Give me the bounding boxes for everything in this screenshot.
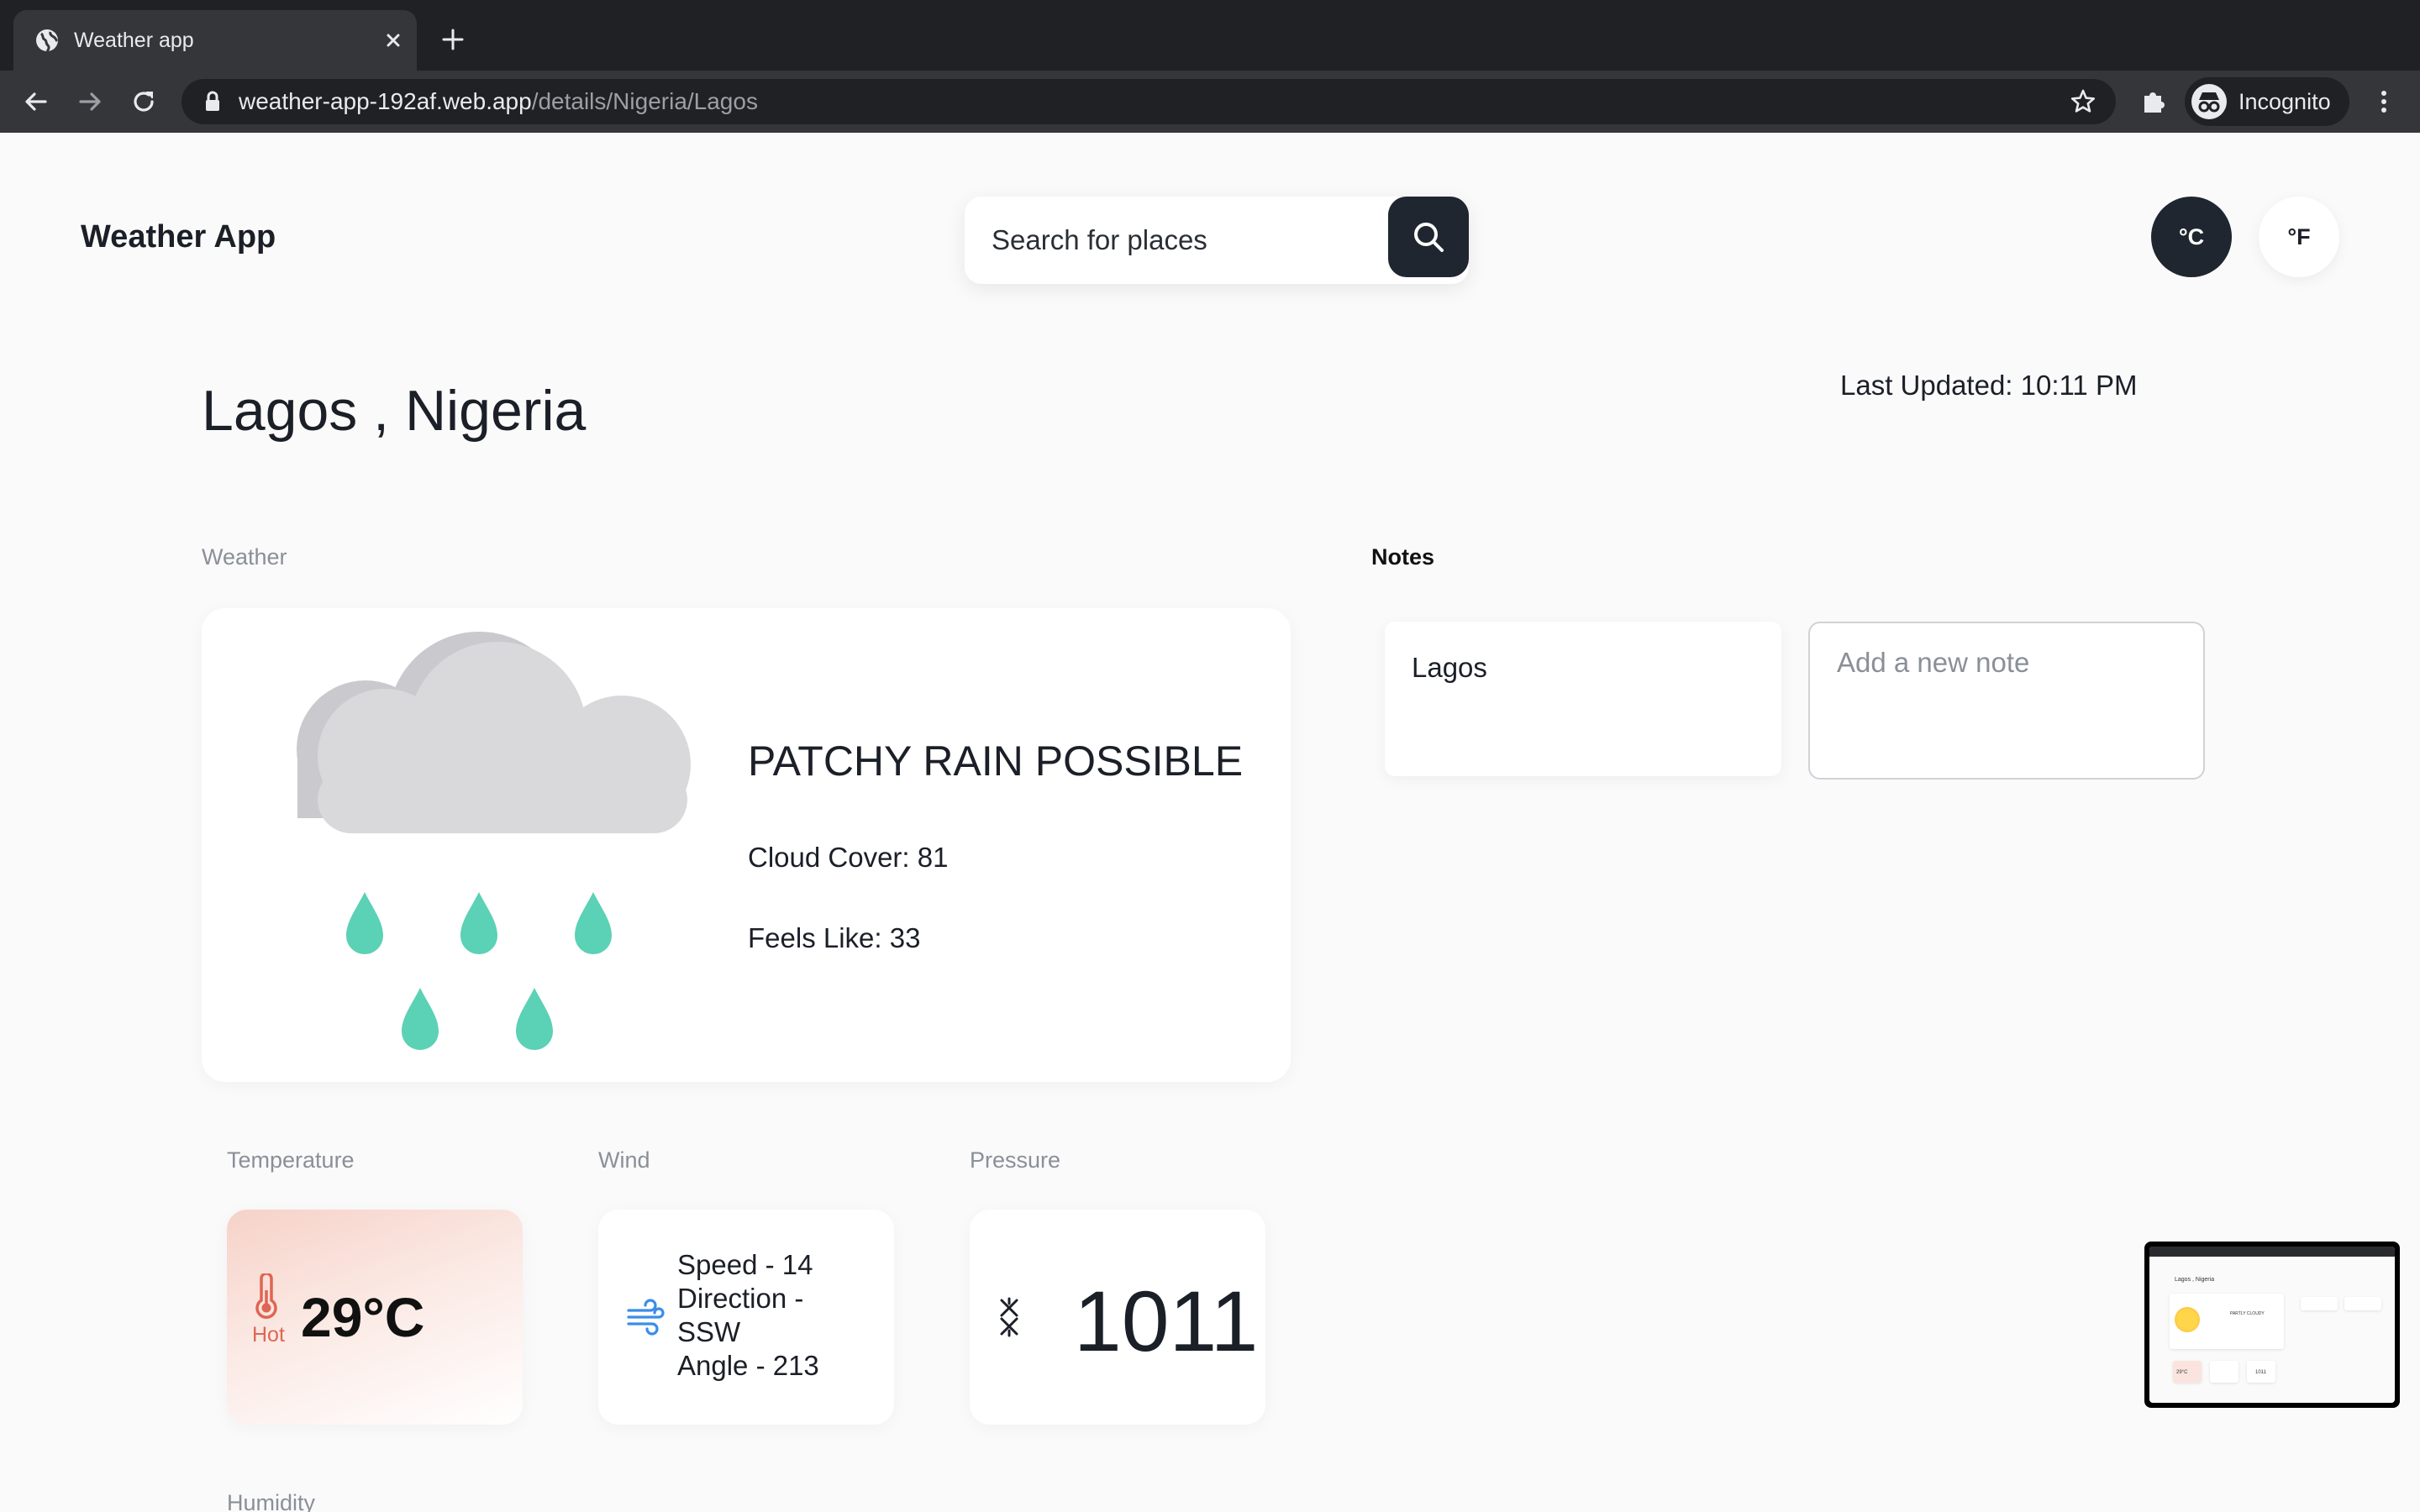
url-host: weather-app-192af.web.app (239, 88, 532, 114)
wind-label: Wind (598, 1147, 650, 1173)
notes-section-label: Notes (1371, 544, 1435, 570)
rain-drops (346, 892, 612, 1050)
thumbnail-wind-card (2210, 1361, 2238, 1383)
temperature-label: Temperature (227, 1147, 355, 1173)
thumbnail-note-input (2344, 1297, 2381, 1310)
reload-icon[interactable] (128, 86, 160, 118)
weather-card: PATCHY RAIN POSSIBLE Cloud Cover: 81 Fee… (202, 608, 1291, 1082)
feels-like: Feels Like: 33 (748, 922, 921, 953)
last-updated: Last Updated: 10:11 PM (1840, 370, 2138, 401)
thumbnail-sun-icon (2175, 1307, 2200, 1332)
wind-direction-label: Direction - (677, 1283, 804, 1314)
extensions-puzzle-icon[interactable] (2138, 86, 2170, 118)
celsius-toggle-button[interactable]: °C (2151, 197, 2232, 277)
pressure-value: 1011 (1074, 1273, 1259, 1369)
bookmark-star-icon[interactable] (2069, 87, 2097, 116)
note-text: Lagos (1412, 652, 1487, 683)
profile-label: Incognito (2238, 89, 2331, 114)
browser-tab[interactable]: Weather app (13, 10, 417, 71)
new-tab-icon[interactable] (439, 25, 467, 54)
search-icon (1414, 223, 1444, 252)
thumbnail-pressure: 1011 (2255, 1370, 2266, 1375)
wind-speed: Speed - 14 (677, 1249, 813, 1280)
search-button[interactable] (1388, 197, 1469, 277)
url-text: weather-app-192af.web.app/details/Nigeri… (239, 88, 758, 115)
thumbnail-location: Lagos , Nigeria (2175, 1277, 2215, 1283)
fahrenheit-toggle-button[interactable]: °F (2259, 197, 2339, 277)
search-bar (965, 197, 1469, 284)
thumbnail-note-card (2301, 1297, 2338, 1310)
url-path: /details/Nigeria/Lagos (531, 88, 758, 114)
forward-arrow-icon[interactable] (74, 86, 106, 118)
thermometer-icon (255, 1273, 277, 1319)
thumbnail-condition: PARTLY CLOUDY (2230, 1311, 2265, 1316)
rain-cloud-icon (297, 632, 691, 1050)
new-note-input[interactable] (1808, 622, 2205, 780)
wind-angle: Angle - 213 (677, 1350, 819, 1381)
thumbnail-preview: Lagos , Nigeria PARTLY CLOUDY 29°C 1011 (2149, 1247, 2395, 1403)
wind-icon (627, 1299, 665, 1336)
location-title: Lagos , Nigeria (202, 379, 587, 443)
thumbnail-temperature: 29°C (2176, 1370, 2188, 1375)
lock-icon[interactable] (200, 89, 225, 114)
weather-condition: PATCHY RAIN POSSIBLE (748, 738, 1244, 785)
incognito-icon (2191, 84, 2227, 119)
temperature-value: 29°C (301, 1286, 425, 1348)
wind-direction-value: SSW (677, 1316, 741, 1347)
screenshot-thumbnail[interactable]: Lagos , Nigeria PARTLY CLOUDY 29°C 1011 (2144, 1242, 2400, 1408)
incognito-profile-button[interactable]: Incognito (2185, 77, 2349, 126)
browser-menu-icon[interactable] (2368, 86, 2400, 118)
globe-icon (36, 29, 59, 53)
thumbnail-toolbar (2149, 1247, 2395, 1257)
cloud-cover: Cloud Cover: 81 (748, 842, 949, 873)
weather-section-label: Weather (202, 544, 287, 570)
app-title: Weather App (81, 219, 276, 255)
pressure-icon (1000, 1297, 1018, 1337)
browser-tab-strip: Weather app (0, 0, 2420, 71)
close-tab-icon[interactable] (380, 27, 407, 54)
tab-title: Weather app (74, 29, 194, 52)
wind-details: Speed - 14 Direction - SSW Angle - 213 (677, 1248, 819, 1383)
pressure-card: 1011 (970, 1210, 1265, 1425)
temperature-card: Hot 29°C (227, 1210, 523, 1425)
pressure-label: Pressure (970, 1147, 1061, 1173)
note-card[interactable]: Lagos (1385, 622, 1781, 776)
search-input[interactable] (992, 220, 1378, 260)
temperature-descriptor: Hot (252, 1323, 285, 1347)
address-bar[interactable]: weather-app-192af.web.app/details/Nigeri… (182, 79, 2116, 124)
back-arrow-icon[interactable] (20, 86, 52, 118)
browser-toolbar: weather-app-192af.web.app/details/Nigeri… (0, 71, 2420, 133)
wind-card: Speed - 14 Direction - SSW Angle - 213 (598, 1210, 894, 1425)
humidity-label: Humidity (227, 1490, 316, 1512)
